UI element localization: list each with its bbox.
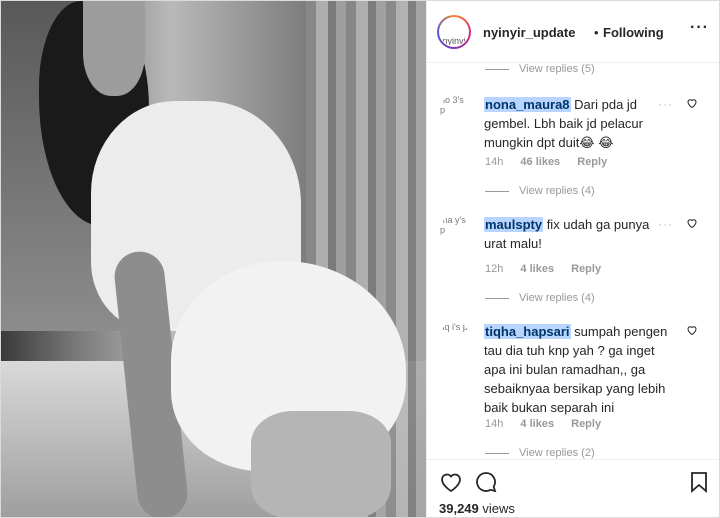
comment-username[interactable]: nona_maura8 xyxy=(484,97,571,112)
heart-icon[interactable] xyxy=(686,97,698,109)
comment-meta: 12h 4 likes Reply xyxy=(485,263,615,275)
view-replies-label: View replies (5) xyxy=(519,63,595,75)
comment-time: 14h xyxy=(485,156,504,168)
heart-icon[interactable] xyxy=(686,324,698,336)
comment-avatar[interactable]: no 3's p xyxy=(440,95,470,125)
view-replies-label: View replies (4) xyxy=(519,185,595,197)
video-figure-leg xyxy=(251,411,391,517)
views-label: views xyxy=(478,501,515,516)
reply-line-divider xyxy=(485,452,509,454)
comment-more-icon[interactable]: ··· xyxy=(658,217,673,231)
bookmark-icon[interactable] xyxy=(687,470,711,494)
view-replies-button[interactable]: View replies (4) xyxy=(485,185,595,197)
reply-button[interactable]: Reply xyxy=(577,156,607,168)
comment-avatar[interactable]: ma y's p xyxy=(440,215,470,245)
view-replies-button[interactable]: View replies (4) xyxy=(485,292,595,304)
view-replies-label: View replies (4) xyxy=(519,292,595,304)
comment-meta: 14h 46 likes Reply xyxy=(485,156,621,168)
reply-line-divider xyxy=(485,190,509,192)
view-replies-button[interactable]: View replies (2) xyxy=(485,447,595,459)
comment-avatar[interactable]: tiq i's p xyxy=(440,322,470,352)
comment-likes[interactable]: 4 likes xyxy=(520,263,554,275)
views-number: 39,249 xyxy=(439,501,479,516)
like-heart-icon[interactable] xyxy=(439,470,463,494)
view-replies-button[interactable]: View replies (5) xyxy=(485,63,595,75)
more-options-icon[interactable]: ··· xyxy=(690,19,709,37)
views-count[interactable]: 39,249 views xyxy=(439,501,515,516)
reply-line-divider xyxy=(485,297,509,299)
header-separator: • xyxy=(594,25,599,40)
reply-button[interactable]: Reply xyxy=(571,263,601,275)
post-video[interactable] xyxy=(1,1,426,517)
reply-button[interactable]: Reply xyxy=(571,418,601,430)
comment-body: tiqha_hapsari sumpah pengen tau dia tuh … xyxy=(484,322,669,417)
comment-bubble-icon[interactable] xyxy=(474,470,498,494)
reply-line-divider xyxy=(485,68,509,70)
instagram-post-frame: nyinyi nyinyir_update • Following ··· Vi… xyxy=(0,0,720,518)
comment-body: nona_maura8 Dari pda jd gembel. Lbh baik… xyxy=(484,95,669,152)
post-header: nyinyi nyinyir_update • Following ··· xyxy=(427,1,719,63)
comment-more-icon[interactable]: ··· xyxy=(658,97,673,111)
comment-time: 12h xyxy=(485,263,504,275)
comment-likes[interactable]: 46 likes xyxy=(520,156,560,168)
comment-time: 14h xyxy=(485,418,504,430)
author-username[interactable]: nyinyir_update xyxy=(483,25,575,40)
view-replies-label: View replies (2) xyxy=(519,447,595,459)
heart-icon[interactable] xyxy=(686,217,698,229)
comment-username[interactable]: maulspty xyxy=(484,217,544,232)
following-button[interactable]: Following xyxy=(603,25,664,40)
comments-list[interactable]: View replies (5) no 3's p nona_maura8 Da… xyxy=(427,63,719,459)
comment-body: maulspty fix udah ga punya urat malu! xyxy=(484,215,669,253)
author-avatar-alt: nyinyi xyxy=(439,17,469,47)
post-actions: 39,249 views xyxy=(427,459,719,517)
comment-likes[interactable]: 4 likes xyxy=(520,418,554,430)
author-avatar[interactable]: nyinyi xyxy=(437,15,471,49)
comment-meta: 14h 4 likes Reply xyxy=(485,418,615,430)
comment-username[interactable]: tiqha_hapsari xyxy=(484,324,571,339)
post-side-panel: nyinyi nyinyir_update • Following ··· Vi… xyxy=(426,1,719,517)
video-figure-face xyxy=(83,1,145,96)
